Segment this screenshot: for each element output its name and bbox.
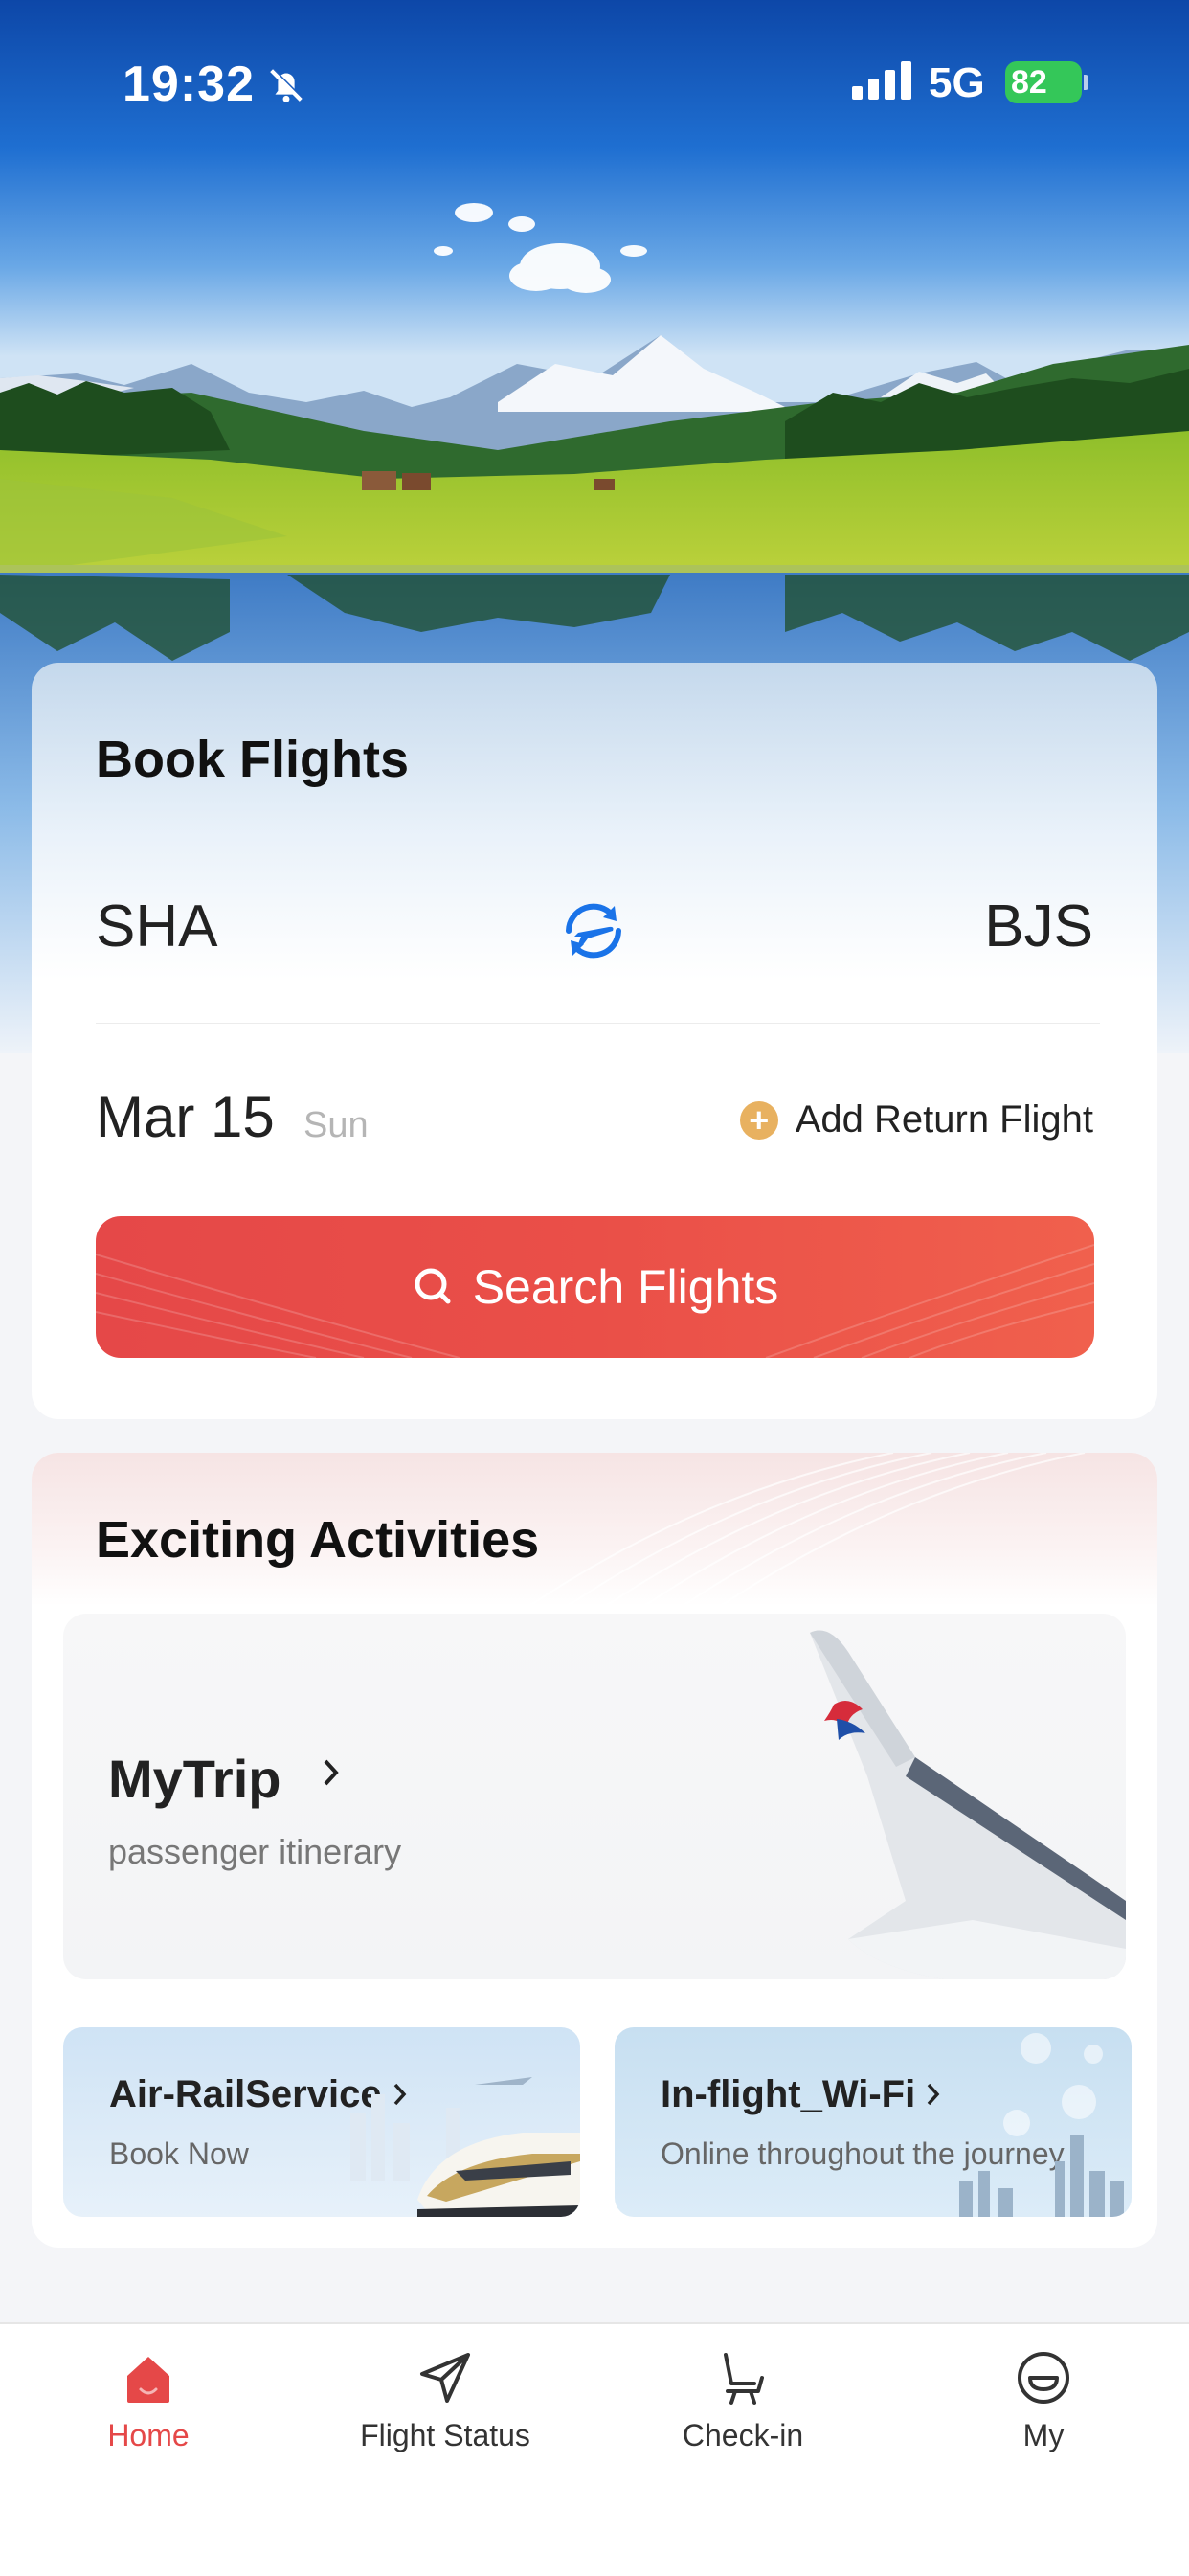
battery-charging-icon: 82 xyxy=(1005,61,1082,103)
departure-city[interactable]: SHA xyxy=(96,893,217,960)
add-return-flight-button[interactable]: + Add Return Flight xyxy=(739,1098,1093,1141)
plane-swap-icon[interactable] xyxy=(555,893,632,969)
tab-flight-status[interactable]: Flight Status xyxy=(349,2349,541,2453)
city-skyline-illustration xyxy=(959,2033,1124,2217)
search-flights-label: Search Flights xyxy=(472,1260,779,1314)
battery-tip xyxy=(1084,75,1088,90)
mytrip-card[interactable]: MyTrip passenger itinerary xyxy=(63,1614,1126,1979)
mytrip-subtitle: passenger itinerary xyxy=(108,1832,402,1871)
search-icon xyxy=(412,1265,452,1310)
air-rail-subtitle: Book Now xyxy=(109,2136,249,2171)
seat-icon xyxy=(724,2353,764,2405)
add-return-label: Add Return Flight xyxy=(795,1098,1093,1141)
chevron-right-icon xyxy=(928,2083,940,2106)
mytrip-label: MyTrip xyxy=(108,1749,281,1809)
bottom-tab-bar: Home Flight Status Check-in My xyxy=(0,2322,1189,2576)
tab-home[interactable]: Home xyxy=(53,2349,244,2453)
airplane-wing-illustration xyxy=(810,1630,1126,1979)
arrival-city[interactable]: BJS xyxy=(984,893,1093,960)
tab-check-in-label: Check-in xyxy=(682,2418,804,2452)
tab-check-in[interactable]: Check-in xyxy=(647,2349,839,2453)
plus-icon: + xyxy=(739,1100,778,1140)
air-rail-service-card[interactable]: Air-RailService Book Now xyxy=(63,2027,580,2217)
tab-my-label: My xyxy=(1022,2418,1065,2452)
wifi-label: In-flight_Wi-Fi xyxy=(661,2073,941,2116)
chevron-right-icon xyxy=(322,1757,341,1793)
status-bar: 19:32 5G 82 xyxy=(0,0,1189,172)
activities-title: Exciting Activities xyxy=(96,1511,540,1569)
divider xyxy=(96,1023,1100,1024)
book-flights-title: Book Flights xyxy=(96,731,409,788)
status-time: 19:32 xyxy=(123,56,255,112)
network-type: 5G xyxy=(929,59,985,106)
inflight-wifi-card[interactable]: In-flight_Wi-Fi Online throughout the jo… xyxy=(615,2027,1132,2217)
tab-my[interactable]: My xyxy=(948,2349,1139,2453)
tab-flight-status-label: Flight Status xyxy=(360,2418,530,2452)
book-flights-card: Book Flights SHA BJS Mar 15 Sun + Add Re… xyxy=(32,663,1157,1419)
departure-date[interactable]: Mar 15 xyxy=(96,1084,275,1150)
profile-icon xyxy=(1018,2352,1069,2404)
activities-card: Exciting Activities MyTrip passenger iti… xyxy=(32,1453,1157,2248)
tab-home-label: Home xyxy=(107,2418,190,2452)
signal-icon xyxy=(852,61,913,104)
search-flights-button[interactable]: Search Flights xyxy=(96,1216,1094,1358)
wifi-text: In-flight_Wi-Fi xyxy=(661,2073,916,2115)
paper-plane-icon xyxy=(420,2353,470,2403)
train-illustration xyxy=(350,2077,580,2217)
departure-weekday: Sun xyxy=(303,1105,369,1145)
home-icon xyxy=(127,2357,169,2403)
bell-slash-icon xyxy=(264,63,308,112)
